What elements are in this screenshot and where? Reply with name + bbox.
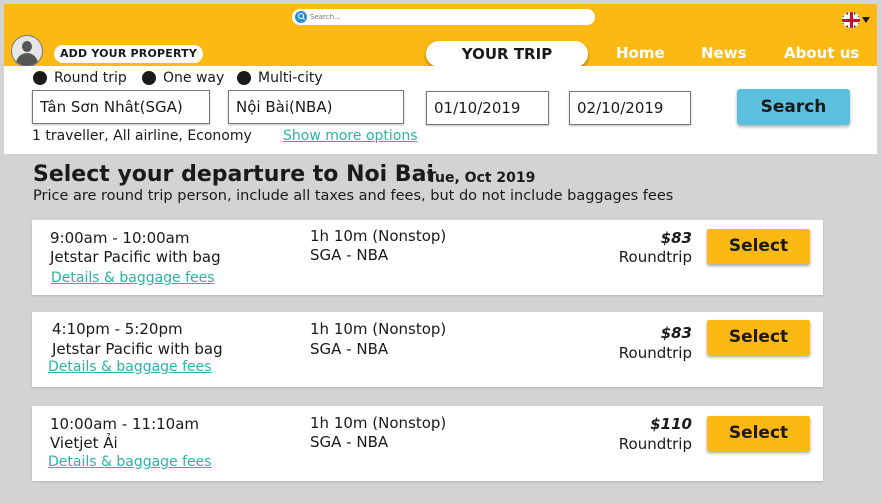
flight-card: 9:00am - 10:00am Jetstar Pacific with ba…: [32, 220, 823, 295]
flight-route: SGA - NBA: [310, 340, 389, 358]
travellers-summary[interactable]: 1 traveller, All airline, Economy: [32, 128, 252, 144]
trip-type-label: Multi-city: [258, 70, 323, 86]
flight-time: 4:10pm - 5:20pm: [52, 320, 183, 338]
price-type: Roundtrip: [618, 435, 692, 453]
flight-card: 10:00am - 11:10am Vietjet Ải Details & b…: [32, 406, 823, 481]
select-flight-button[interactable]: Select: [707, 416, 810, 451]
flight-duration: 1h 10m (Nonstop): [310, 320, 447, 338]
flight-airline: Jetstar Pacific with bag: [52, 340, 223, 358]
trip-type-round-trip[interactable]: Round trip: [33, 70, 127, 86]
flight-duration: 1h 10m (Nonstop): [310, 414, 447, 432]
search-button[interactable]: Search: [737, 89, 850, 125]
flight-price: $83: [660, 324, 692, 342]
details-baggage-link[interactable]: Details & baggage fees: [48, 359, 212, 375]
from-field[interactable]: Tân Sơn Nhât(SGA): [32, 90, 210, 124]
depart-date-field[interactable]: 01/10/2019: [426, 91, 549, 125]
flight-airline: Vietjet Ải: [50, 434, 118, 452]
top-header: ADD YOUR PROPERTY YOUR TRIP Home News Ab…: [4, 4, 877, 67]
select-flight-button[interactable]: Select: [707, 320, 810, 355]
results-date: Tue, Oct 2019: [427, 170, 536, 186]
flight-duration: 1h 10m (Nonstop): [310, 227, 447, 245]
flight-time: 9:00am - 10:00am: [50, 229, 190, 247]
caret-down-icon: [862, 17, 870, 23]
show-more-options-link[interactable]: Show more options: [283, 128, 418, 144]
price-type: Roundtrip: [618, 344, 692, 362]
flight-route: SGA - NBA: [310, 246, 389, 264]
nav-home[interactable]: Home: [616, 44, 665, 62]
to-field[interactable]: Nội Bài(NBA): [228, 90, 404, 124]
flight-price: $110: [650, 415, 692, 433]
uk-flag-icon: [842, 12, 860, 28]
search-icon[interactable]: [295, 11, 307, 23]
flight-price: $83: [660, 229, 692, 247]
trip-type-label: Round trip: [54, 70, 127, 86]
trip-type-multi-city[interactable]: Multi-city: [237, 70, 323, 86]
price-type: Roundtrip: [618, 248, 692, 266]
user-avatar-icon[interactable]: [11, 35, 43, 67]
site-search-input[interactable]: [310, 11, 580, 23]
return-date-field[interactable]: 02/10/2019: [569, 91, 691, 125]
your-trip-button[interactable]: YOUR TRIP: [426, 41, 588, 67]
select-flight-button[interactable]: Select: [707, 229, 810, 264]
details-baggage-link[interactable]: Details & baggage fees: [51, 270, 215, 286]
radio-icon: [142, 71, 156, 85]
results-title: Select your departure to Noi Bai: [33, 162, 434, 187]
flight-card: 4:10pm - 5:20pm Jetstar Pacific with bag…: [32, 312, 823, 387]
radio-icon: [33, 71, 47, 85]
trip-type-label: One way: [163, 70, 225, 86]
add-property-button[interactable]: ADD YOUR PROPERTY: [54, 45, 203, 63]
flight-route: SGA - NBA: [310, 433, 389, 451]
site-search[interactable]: [292, 9, 595, 25]
trip-type-one-way[interactable]: One way: [142, 70, 224, 86]
nav-about-us[interactable]: About us: [784, 44, 859, 62]
results-subtitle: Price are round trip person, include all…: [33, 188, 674, 204]
flight-airline: Jetstar Pacific with bag: [50, 248, 221, 266]
flight-time: 10:00am - 11:10am: [50, 415, 200, 433]
nav-news[interactable]: News: [701, 44, 747, 62]
language-selector[interactable]: [842, 12, 870, 28]
radio-icon: [237, 71, 251, 85]
details-baggage-link[interactable]: Details & baggage fees: [48, 454, 212, 470]
